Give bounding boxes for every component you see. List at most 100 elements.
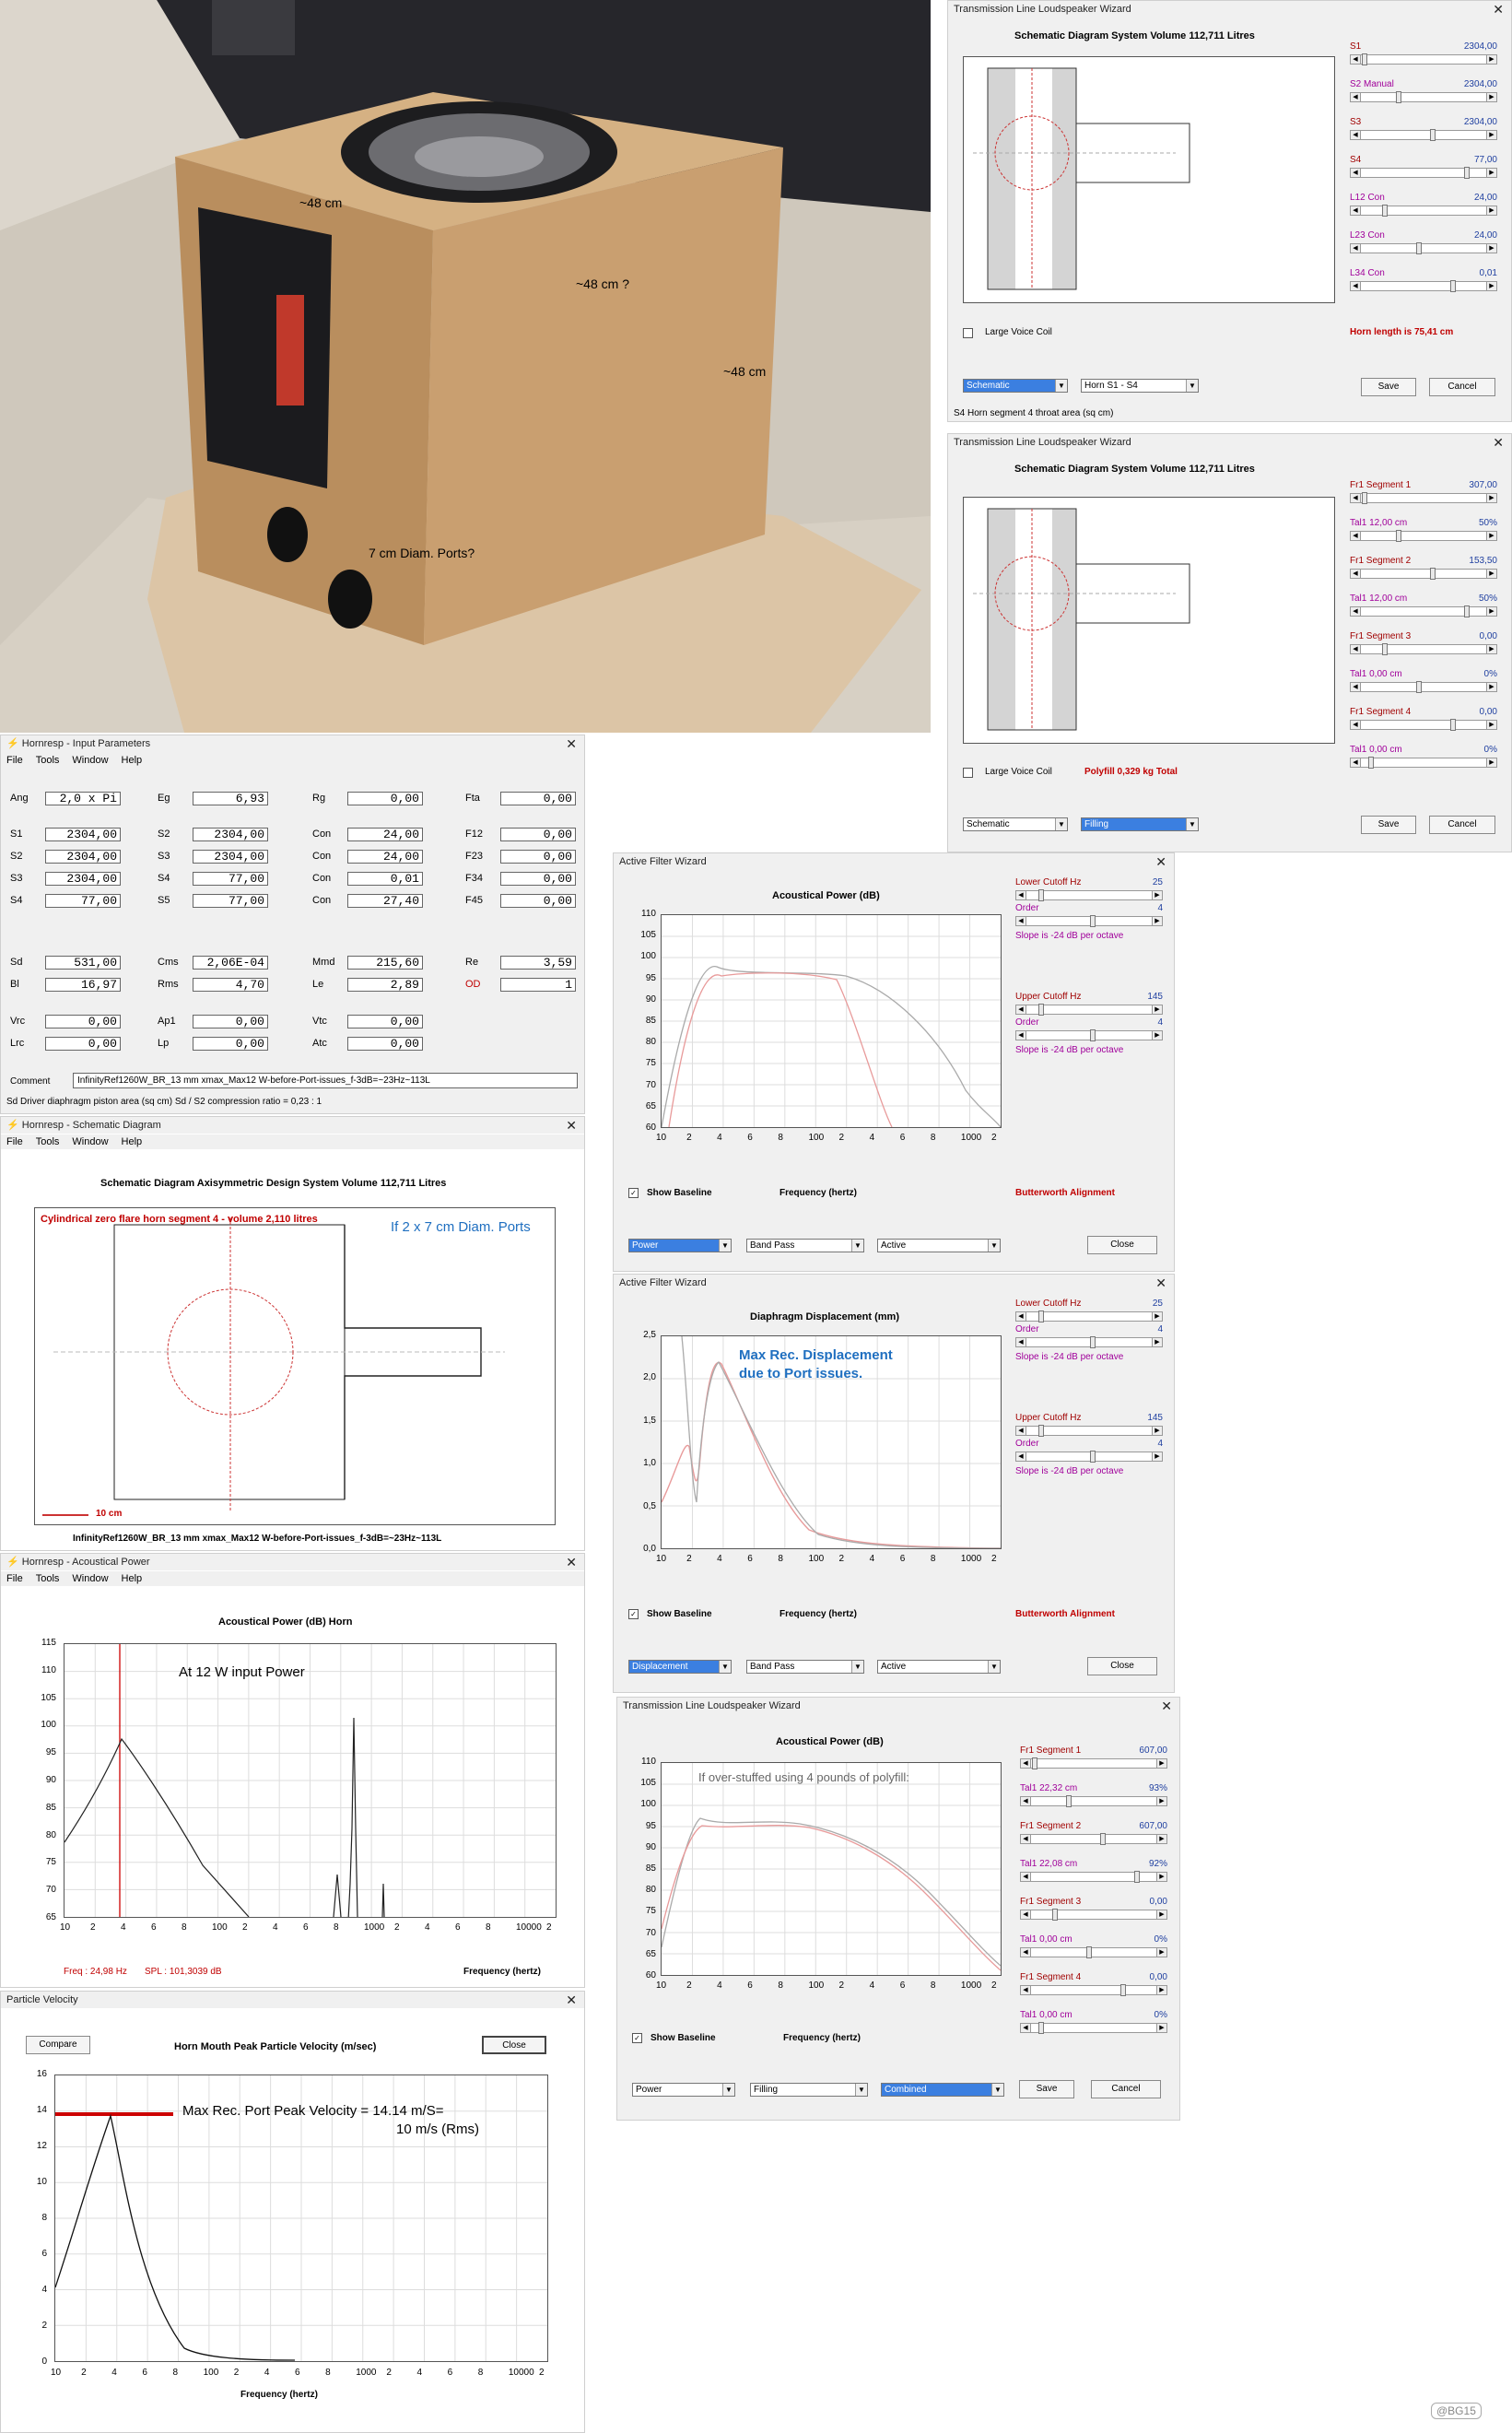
- param-field[interactable]: 215,60: [347, 956, 423, 970]
- slider-left-arrow-icon[interactable]: ◀: [1021, 1835, 1031, 1843]
- slider-left-arrow-icon[interactable]: ◀: [1016, 1452, 1026, 1461]
- slider-left-arrow-icon[interactable]: ◀: [1016, 1031, 1026, 1040]
- slider-left-arrow-icon[interactable]: ◀: [1351, 131, 1361, 139]
- slider-right-arrow-icon[interactable]: ▶: [1156, 1910, 1166, 1919]
- slider-track[interactable]: ◀ ▶: [1350, 605, 1497, 617]
- comment-field[interactable]: InfinityRef1260W_BR_13 mm xmax_Max12 W-b…: [73, 1073, 578, 1088]
- slider-track[interactable]: ◀ ▶: [1020, 1909, 1167, 1921]
- slider-right-arrow-icon[interactable]: ▶: [1486, 282, 1496, 290]
- slider-thumb[interactable]: [1368, 757, 1374, 769]
- close-icon[interactable]: ✕: [566, 1118, 577, 1133]
- menu-item-help[interactable]: Help: [122, 1573, 143, 1584]
- slider-thumb[interactable]: [1032, 1757, 1037, 1769]
- slider-right-arrow-icon[interactable]: ▶: [1486, 494, 1496, 502]
- slider-right-arrow-icon[interactable]: ▶: [1486, 244, 1496, 253]
- slider-thumb[interactable]: [1038, 2022, 1044, 2034]
- view-dropdown[interactable]: Schematic ▼: [963, 817, 1068, 831]
- param-field[interactable]: 27,40: [347, 894, 423, 908]
- param-field[interactable]: 24,00: [347, 850, 423, 864]
- slider-thumb[interactable]: [1450, 719, 1456, 731]
- param-field[interactable]: 2304,00: [45, 850, 121, 864]
- param-field[interactable]: 0,00: [347, 1015, 423, 1028]
- cutoff-slider[interactable]: ◀ ▶: [1015, 1311, 1163, 1322]
- slider-track[interactable]: ◀ ▶: [1020, 1757, 1167, 1769]
- slider-right-arrow-icon[interactable]: ▶: [1486, 206, 1496, 215]
- slider-left-arrow-icon[interactable]: ◀: [1351, 532, 1361, 540]
- slider-left-arrow-icon[interactable]: ◀: [1021, 1986, 1031, 1994]
- slider-right-arrow-icon[interactable]: ▶: [1156, 1797, 1166, 1805]
- slider-thumb[interactable]: [1464, 605, 1470, 617]
- slider-thumb[interactable]: [1396, 91, 1401, 103]
- slider-right-arrow-icon[interactable]: ▶: [1486, 683, 1496, 691]
- order-slider[interactable]: ◀ ▶: [1015, 1451, 1163, 1463]
- slider-right-arrow-icon[interactable]: ▶: [1152, 917, 1162, 925]
- slider-thumb[interactable]: [1066, 1795, 1072, 1807]
- show-baseline-checkbox[interactable]: ✓: [628, 1188, 639, 1198]
- slider-track[interactable]: ◀ ▶: [1350, 91, 1497, 103]
- close-icon[interactable]: ✕: [1155, 854, 1166, 869]
- menu-item-tools[interactable]: Tools: [36, 1573, 60, 1584]
- cancel-button[interactable]: Cancel: [1091, 2080, 1161, 2098]
- slider-track[interactable]: ◀ ▶: [1350, 205, 1497, 217]
- close-icon[interactable]: ✕: [1493, 2, 1504, 17]
- slider-track[interactable]: ◀ ▶: [1350, 280, 1497, 292]
- slider-left-arrow-icon[interactable]: ◀: [1351, 494, 1361, 502]
- menu-item-help[interactable]: Help: [122, 755, 143, 766]
- order-slider[interactable]: ◀ ▶: [1015, 1336, 1163, 1348]
- slider-thumb[interactable]: [1430, 129, 1436, 141]
- slider-track[interactable]: ◀ ▶: [1020, 1795, 1167, 1807]
- response-dropdown[interactable]: Power ▼: [628, 1239, 732, 1252]
- slider-right-arrow-icon[interactable]: ▶: [1156, 1948, 1166, 1957]
- param-field[interactable]: 77,00: [45, 894, 121, 908]
- slider-left-arrow-icon[interactable]: ◀: [1021, 1948, 1031, 1957]
- slider-track[interactable]: ◀ ▶: [1350, 530, 1497, 542]
- show-baseline-checkbox[interactable]: ✓: [628, 1609, 639, 1619]
- response-dropdown[interactable]: Power ▼: [632, 2083, 735, 2097]
- slider-thumb[interactable]: [1090, 1029, 1096, 1041]
- param-field[interactable]: 16,97: [45, 978, 121, 992]
- slider-right-arrow-icon[interactable]: ▶: [1486, 93, 1496, 101]
- slider-left-arrow-icon[interactable]: ◀: [1351, 93, 1361, 101]
- slider-track[interactable]: ◀ ▶: [1350, 129, 1497, 141]
- slider-left-arrow-icon[interactable]: ◀: [1016, 891, 1026, 899]
- param-field[interactable]: 2304,00: [193, 828, 268, 841]
- close-icon[interactable]: ✕: [566, 736, 577, 751]
- slider-left-arrow-icon[interactable]: ◀: [1021, 1873, 1031, 1881]
- slider-right-arrow-icon[interactable]: ▶: [1486, 570, 1496, 578]
- slider-track[interactable]: ◀ ▶: [1350, 643, 1497, 655]
- slider-right-arrow-icon[interactable]: ▶: [1152, 1031, 1162, 1040]
- cutoff-slider[interactable]: ◀ ▶: [1015, 889, 1163, 901]
- menu-item-tools[interactable]: Tools: [36, 1136, 60, 1147]
- param-field[interactable]: 4,70: [193, 978, 268, 992]
- slider-left-arrow-icon[interactable]: ◀: [1016, 1427, 1026, 1435]
- slider-left-arrow-icon[interactable]: ◀: [1351, 607, 1361, 616]
- slider-right-arrow-icon[interactable]: ▶: [1486, 758, 1496, 767]
- param-field[interactable]: 0,00: [347, 1037, 423, 1051]
- mode-dropdown[interactable]: Filling ▼: [750, 2083, 868, 2097]
- close-button[interactable]: Close: [1087, 1236, 1157, 1254]
- slider-track[interactable]: ◀ ▶: [1350, 492, 1497, 504]
- param-field[interactable]: 0,00: [347, 792, 423, 805]
- menu-item-file[interactable]: File: [6, 755, 23, 766]
- menu-item-file[interactable]: File: [6, 1573, 23, 1584]
- slider-right-arrow-icon[interactable]: ▶: [1152, 1005, 1162, 1014]
- param-field[interactable]: 0,00: [500, 894, 576, 908]
- cancel-button[interactable]: Cancel: [1429, 816, 1495, 834]
- slider-right-arrow-icon[interactable]: ▶: [1486, 645, 1496, 653]
- slider-right-arrow-icon[interactable]: ▶: [1156, 1873, 1166, 1881]
- close-icon[interactable]: ✕: [1155, 1275, 1166, 1290]
- slider-right-arrow-icon[interactable]: ▶: [1156, 1835, 1166, 1843]
- slider-left-arrow-icon[interactable]: ◀: [1016, 1312, 1026, 1321]
- slider-thumb[interactable]: [1464, 167, 1470, 179]
- large-voice-coil-checkbox[interactable]: [963, 768, 973, 778]
- response-dropdown[interactable]: Displacement ▼: [628, 1660, 732, 1674]
- menu-item-file[interactable]: File: [6, 1136, 23, 1147]
- close-icon[interactable]: ✕: [1493, 435, 1504, 450]
- close-button[interactable]: Close: [1087, 1657, 1157, 1675]
- param-field[interactable]: 0,00: [193, 1037, 268, 1051]
- close-icon[interactable]: ✕: [566, 1992, 577, 2007]
- slider-left-arrow-icon[interactable]: ◀: [1351, 55, 1361, 64]
- cancel-button[interactable]: Cancel: [1429, 378, 1495, 396]
- slider-track[interactable]: ◀ ▶: [1020, 1871, 1167, 1883]
- slider-right-arrow-icon[interactable]: ▶: [1486, 169, 1496, 177]
